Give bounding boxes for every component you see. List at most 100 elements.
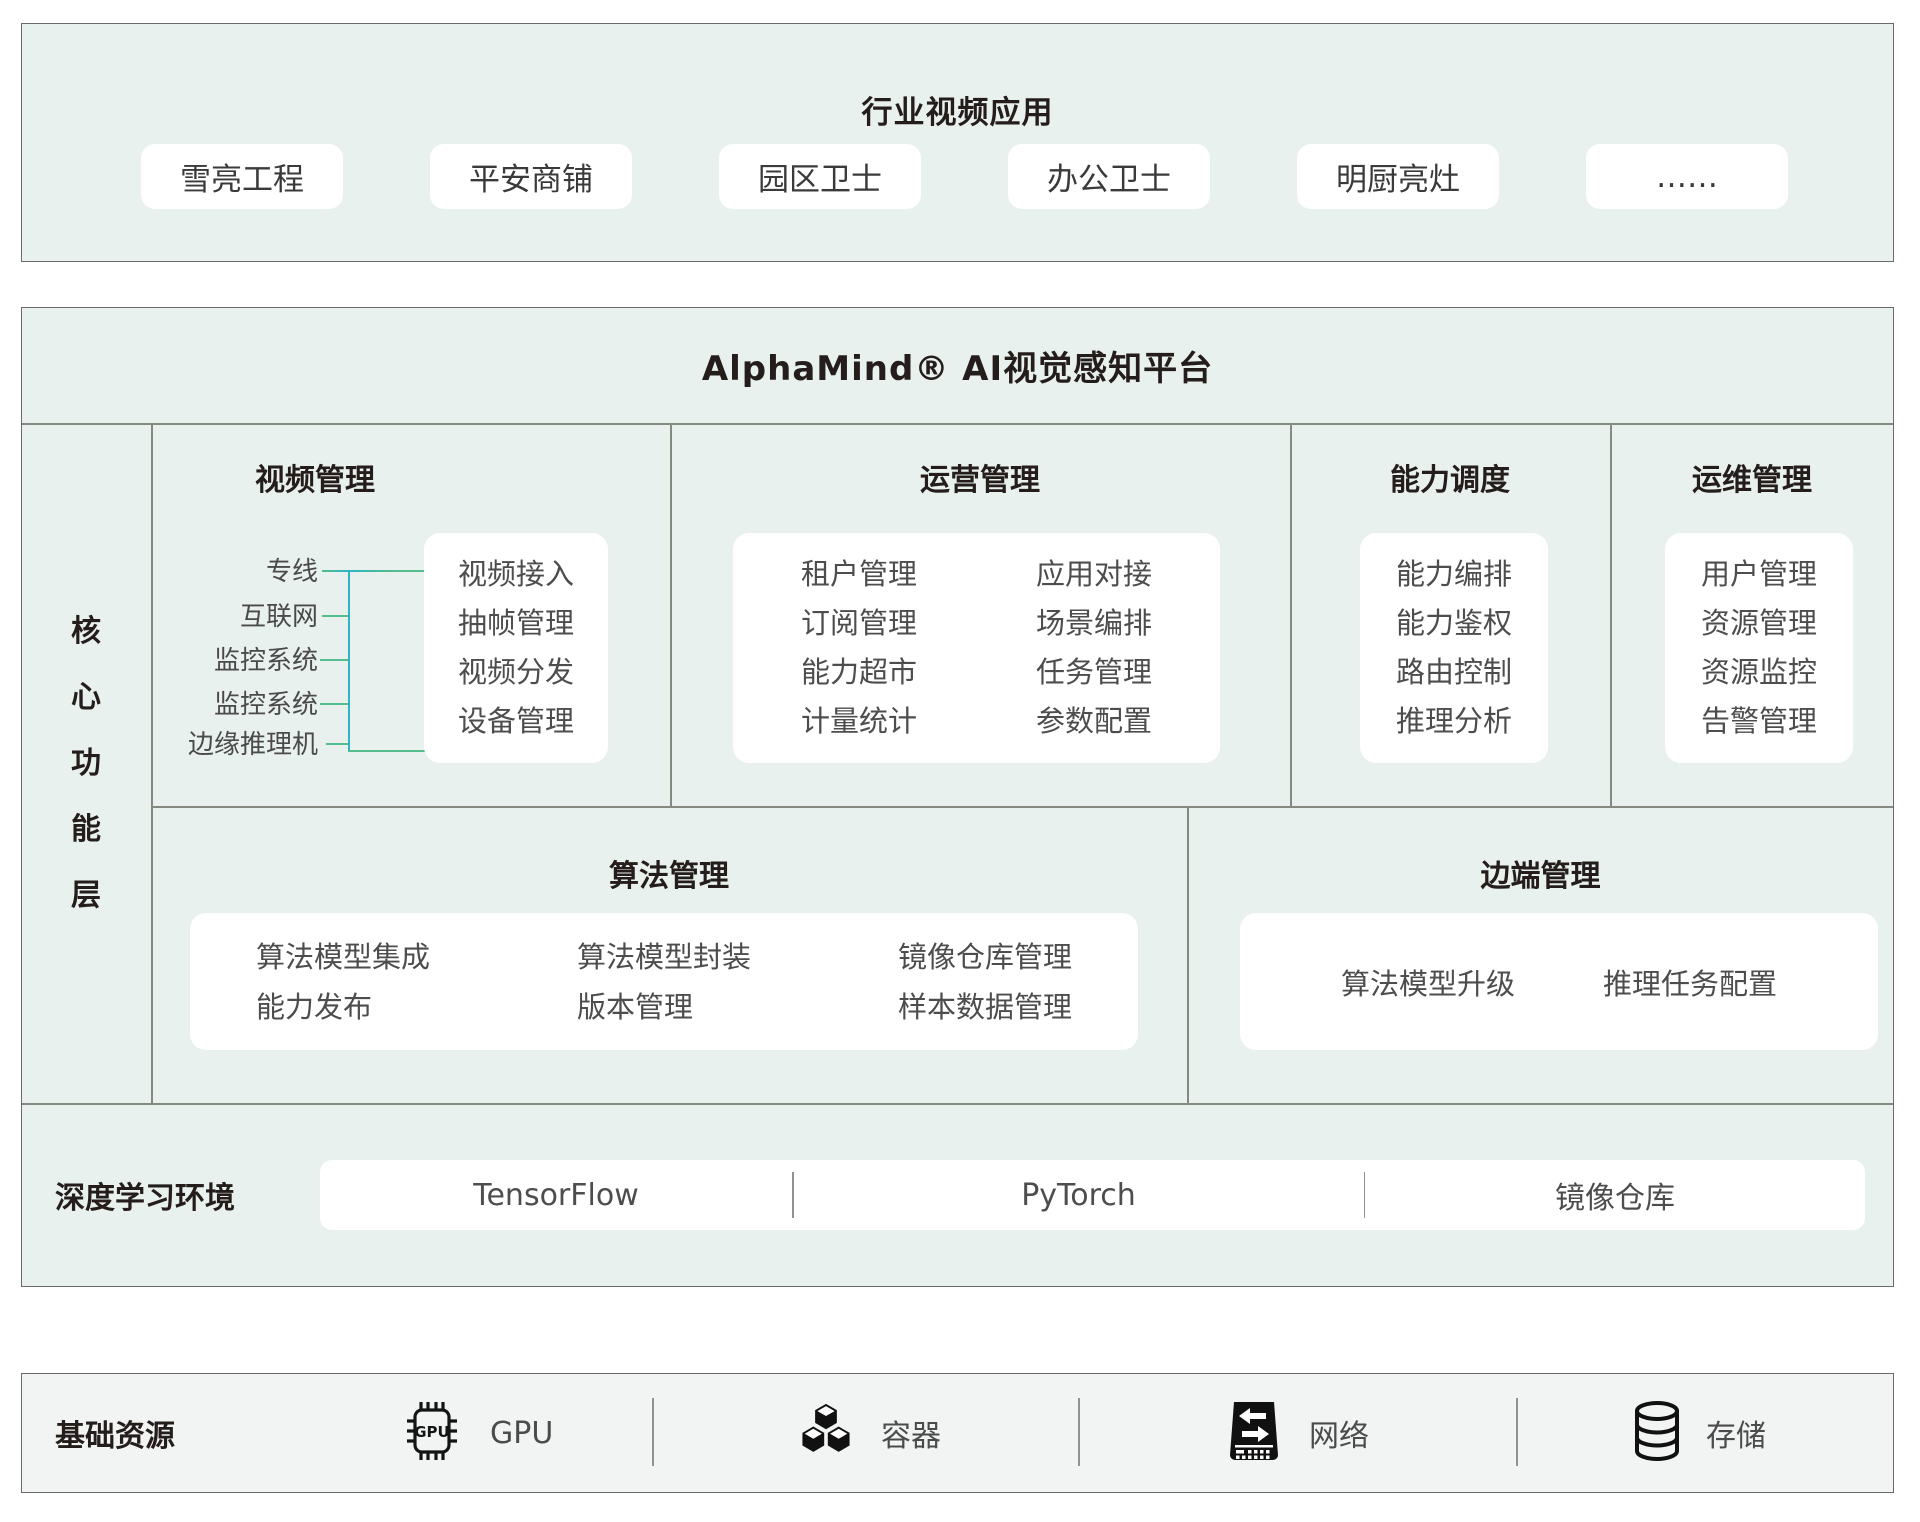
divider-line (652, 1398, 654, 1466)
infra-item-label: 存储 (1706, 1411, 1766, 1455)
feature-item: 应用对接 (1036, 550, 1152, 599)
app-chip-more: …… (1586, 144, 1788, 209)
divider-line (1187, 806, 1189, 1103)
architecture-diagram: 行业视频应用 雪亮工程 平安商铺 园区卫士 办公卫士 明厨亮灶 …… Alpha… (0, 0, 1920, 1522)
maintenance-title: 运维管理 (1610, 462, 1894, 500)
dl-framework: 镜像仓库 (1365, 1160, 1865, 1230)
feature-item: 告警管理 (1665, 697, 1853, 746)
divider-line (22, 423, 1893, 425)
operation-mgmt-items: 租户管理 订阅管理 能力超市 计量统计 应用对接 场景编排 任务管理 参数配置 (733, 533, 1220, 763)
feature-item: 订阅管理 (801, 599, 917, 648)
maintenance-items: 用户管理 资源管理 资源监控 告警管理 (1665, 533, 1853, 763)
dl-env-box: TensorFlow PyTorch 镜像仓库 (320, 1160, 1865, 1230)
app-chip: 园区卫士 (719, 144, 921, 209)
video-source-label: 监控系统 (150, 645, 318, 677)
base-resources-label: 基础资源 (55, 1373, 175, 1493)
feature-item: 抽帧管理 (424, 599, 608, 648)
industry-apps-panel: 行业视频应用 雪亮工程 平安商铺 园区卫士 办公卫士 明厨亮灶 …… (21, 23, 1894, 262)
algorithm-items: 算法模型集成 能力发布 算法模型封装 版本管理 镜像仓库管理 样本数据管理 (190, 913, 1138, 1050)
scheduling-box: 能力编排 能力鉴权 路由控制 推理分析 (1360, 533, 1548, 763)
video-mgmt-items: 视频接入 抽帧管理 视频分发 设备管理 (424, 533, 608, 763)
infra-item-label: 容器 (881, 1411, 941, 1455)
core-layer-label: 核心功能层 (69, 599, 103, 929)
infra-item-storage: 存储 (1628, 1373, 1766, 1493)
base-resources-panel (21, 1373, 1894, 1493)
connector-line (348, 570, 350, 752)
connector-line (348, 750, 428, 752)
divider-line (1078, 1398, 1080, 1466)
divider-line (151, 806, 1893, 808)
feature-item: 算法模型封装 (577, 932, 751, 982)
app-chip: 明厨亮灶 (1297, 144, 1499, 209)
divider-line (151, 423, 153, 1103)
feature-item: 能力鉴权 (1360, 599, 1548, 648)
feature-item: 路由控制 (1360, 648, 1548, 697)
feature-item: 租户管理 (801, 550, 917, 599)
scheduling-title: 能力调度 (1290, 462, 1610, 500)
infra-item-gpu: GPU GPU (400, 1373, 553, 1493)
feature-item: 能力发布 (256, 982, 430, 1032)
video-source-label: 专线 (150, 556, 318, 588)
platform-title: AlphaMind® AI视觉感知平台 (21, 347, 1894, 391)
gpu-icon-text: GPU (414, 1423, 450, 1441)
container-icon (797, 1402, 855, 1464)
feature-item: 任务管理 (1036, 648, 1152, 697)
infra-item-container: 容器 (797, 1373, 941, 1493)
storage-icon (1628, 1399, 1686, 1467)
connector-line (320, 659, 350, 661)
connector-line (322, 570, 424, 572)
feature-item: 版本管理 (577, 982, 751, 1032)
feature-item: 参数配置 (1036, 697, 1152, 746)
gpu-icon: GPU (400, 1399, 464, 1467)
dl-env-label: 深度学习环境 (55, 1103, 235, 1287)
feature-item: 镜像仓库管理 (898, 932, 1072, 982)
network-icon (1225, 1400, 1283, 1466)
core-layer-label-wrap: 核心功能层 (21, 424, 151, 1103)
app-chip: 雪亮工程 (141, 144, 343, 209)
divider-line (1516, 1398, 1518, 1466)
video-source-label: 互联网 (150, 601, 318, 633)
feature-item: 能力编排 (1360, 550, 1548, 599)
video-mgmt-title: 视频管理 (160, 462, 470, 500)
feature-item: 算法模型集成 (256, 932, 430, 982)
feature-item: 样本数据管理 (898, 982, 1072, 1032)
feature-item: 视频分发 (424, 648, 608, 697)
feature-item: 算法模型升级 (1341, 961, 1515, 1003)
app-chip: 平安商铺 (430, 144, 632, 209)
edge-mgmt-title: 边端管理 (1187, 858, 1894, 896)
feature-item: 推理分析 (1360, 697, 1548, 746)
divider-line (22, 1103, 1893, 1105)
connector-line (320, 703, 350, 705)
feature-item: 资源监控 (1665, 648, 1853, 697)
video-mgmt-box: 视频接入 抽帧管理 视频分发 设备管理 (424, 533, 608, 763)
connector-line (326, 743, 350, 745)
industry-apps-title: 行业视频应用 (22, 87, 1893, 132)
feature-item: 用户管理 (1665, 550, 1853, 599)
infra-item-network: 网络 (1225, 1373, 1369, 1493)
dl-framework: PyTorch (794, 1160, 1364, 1230)
infra-item-label: GPU (490, 1416, 553, 1451)
feature-item: 计量统计 (801, 697, 917, 746)
dl-framework: TensorFlow (320, 1160, 792, 1230)
algorithm-box: 算法模型集成 能力发布 算法模型封装 版本管理 镜像仓库管理 样本数据管理 (190, 913, 1138, 1050)
infra-item-label: 网络 (1309, 1411, 1369, 1455)
feature-item: 设备管理 (424, 697, 608, 746)
platform-panel (21, 307, 1894, 1287)
edge-mgmt-box: 算法模型升级 推理任务配置 (1240, 913, 1878, 1050)
feature-item: 场景编排 (1036, 599, 1152, 648)
video-source-label: 监控系统 (150, 689, 318, 721)
scheduling-items: 能力编排 能力鉴权 路由控制 推理分析 (1360, 533, 1548, 763)
algorithm-title: 算法管理 (151, 858, 1187, 896)
app-chip: 办公卫士 (1008, 144, 1210, 209)
operation-mgmt-box: 租户管理 订阅管理 能力超市 计量统计 应用对接 场景编排 任务管理 参数配置 (733, 533, 1220, 763)
connector-line (322, 615, 350, 617)
feature-item: 推理任务配置 (1603, 961, 1777, 1003)
edge-mgmt-items: 算法模型升级 推理任务配置 (1240, 913, 1878, 1050)
feature-item: 资源管理 (1665, 599, 1853, 648)
industry-apps-row: 雪亮工程 平安商铺 园区卫士 办公卫士 明厨亮灶 …… (141, 144, 1788, 209)
feature-item: 能力超市 (801, 648, 917, 697)
maintenance-box: 用户管理 资源管理 资源监控 告警管理 (1665, 533, 1853, 763)
operation-mgmt-title: 运营管理 (670, 462, 1290, 500)
video-source-label: 边缘推理机 (150, 729, 318, 761)
feature-item: 视频接入 (424, 550, 608, 599)
